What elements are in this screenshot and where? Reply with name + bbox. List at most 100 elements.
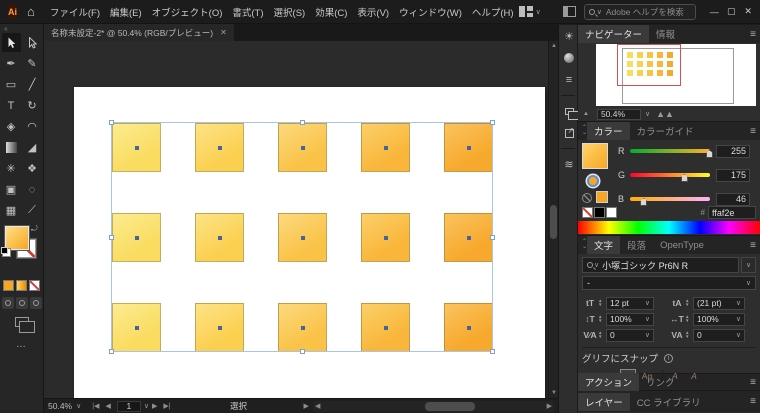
edit-toolbar-button[interactable]: … xyxy=(0,339,43,350)
appearance-panel-icon[interactable]: ☀ xyxy=(559,25,579,47)
scroll-right-icon[interactable]: ▶ xyxy=(547,402,552,410)
pencil-tool[interactable]: ╱ xyxy=(23,75,42,94)
hex-value-field[interactable]: ffaf2e xyxy=(708,206,756,219)
green-value-field[interactable]: 175 xyxy=(716,168,750,182)
tab-info[interactable]: 情報 xyxy=(649,25,682,43)
eraser-tool[interactable]: ◈ xyxy=(2,117,21,136)
menu-effect[interactable]: 効果(C) xyxy=(310,5,352,19)
selection-handle[interactable] xyxy=(300,349,305,354)
navigator-view-rectangle[interactable] xyxy=(617,44,681,86)
workspace-switcher-icon[interactable] xyxy=(518,6,533,17)
first-artboard-icon[interactable]: |◀ xyxy=(89,402,102,410)
previous-artboard-icon[interactable]: ◀ xyxy=(102,402,113,410)
info-icon[interactable]: i xyxy=(664,353,674,363)
color-button[interactable] xyxy=(3,280,14,291)
selection-handle[interactable] xyxy=(490,235,495,240)
font-family-field[interactable]: ∨ 小塚ゴシック Pr6N R xyxy=(582,257,739,273)
panel-menu-icon[interactable]: ≡ xyxy=(750,377,756,388)
draw-inside-button[interactable] xyxy=(29,297,42,309)
minimize-button[interactable]: — xyxy=(706,7,723,17)
none-mini-icon[interactable] xyxy=(582,193,592,203)
horizontal-scale-field[interactable]: 100% ∨ xyxy=(693,312,745,326)
kerning-stepper[interactable]: ▲ ▼ xyxy=(598,330,605,339)
white-swatch[interactable] xyxy=(606,207,617,218)
next-artboard-icon[interactable]: ▶ xyxy=(149,402,160,410)
chevron-down-icon[interactable]: ∨ xyxy=(645,110,650,118)
menu-window[interactable]: ウィンドウ(W) xyxy=(394,5,467,19)
horizontal-scale-stepper[interactable]: ▲ ▼ xyxy=(685,314,692,323)
menu-view[interactable]: 表示(V) xyxy=(352,5,394,19)
menu-file[interactable]: ファイル(F) xyxy=(45,5,105,19)
blue-slider-handle[interactable] xyxy=(640,198,648,206)
tab-layers[interactable]: レイヤー xyxy=(578,392,630,411)
menu-type[interactable]: 書式(T) xyxy=(227,5,268,19)
tab-opentype[interactable]: OpenType xyxy=(653,238,711,253)
artboard-tool[interactable]: ▣ xyxy=(2,180,21,199)
navigator-zoom-field[interactable]: 50.4% xyxy=(596,108,641,120)
fill-swatch[interactable] xyxy=(5,226,29,250)
font-family-dropdown[interactable]: ∨ xyxy=(741,257,756,273)
default-colors-icon[interactable] xyxy=(1,247,11,257)
tracking-stepper[interactable]: ▲ ▼ xyxy=(685,330,692,339)
close-button[interactable]: ✕ xyxy=(740,6,757,17)
screen-mode-button[interactable] xyxy=(14,317,35,333)
green-slider[interactable] xyxy=(630,173,710,182)
menu-object[interactable]: オブジェクト(O) xyxy=(147,5,228,19)
fill-color-proxy[interactable] xyxy=(582,143,608,169)
panel-menu-icon[interactable]: ≡ xyxy=(750,240,756,251)
navigator-preview[interactable] xyxy=(596,44,756,106)
green-slider-handle[interactable] xyxy=(680,174,688,182)
draw-behind-button[interactable] xyxy=(15,297,28,309)
gradient-panel-icon[interactable] xyxy=(559,47,579,69)
lasso-tool[interactable]: ◠ xyxy=(23,117,42,136)
panel-menu-icon[interactable]: ≡ xyxy=(750,396,756,407)
selection-handle[interactable] xyxy=(300,120,305,125)
horizontal-scrollbar-thumb[interactable] xyxy=(424,401,475,411)
properties-panel-icon[interactable]: ≋ xyxy=(559,153,579,175)
rectangle-tool[interactable]: ▭ xyxy=(2,75,21,94)
help-search-input[interactable]: ∨ Adobe ヘルプを検索 xyxy=(583,3,696,20)
none-swatch[interactable] xyxy=(582,207,593,218)
status-menu-icon[interactable]: ▶ xyxy=(304,402,309,410)
selection-handle[interactable] xyxy=(490,120,495,125)
last-color-mini-swatch[interactable] xyxy=(596,191,608,203)
swap-fill-stroke-icon[interactable]: ⤾ xyxy=(31,224,38,234)
export-panel-icon[interactable] xyxy=(559,122,579,144)
panel-menu-icon[interactable]: ≡ xyxy=(750,126,756,137)
artboard-number-field[interactable]: 1 xyxy=(116,400,141,412)
rotate-tool[interactable]: ↻ xyxy=(23,96,42,115)
vertical-scale-stepper[interactable]: ▲ ▼ xyxy=(598,314,605,323)
perspective-grid-tool[interactable]: ▦ xyxy=(2,201,21,220)
stroke-panel-icon[interactable]: ≡ xyxy=(559,69,579,91)
kerning-field[interactable]: 0 ∨ xyxy=(606,328,654,342)
zoom-out-icon[interactable]: ▲ xyxy=(583,111,589,117)
leading-stepper[interactable]: ▲ ▼ xyxy=(685,298,692,307)
tab-color[interactable]: カラー xyxy=(587,122,630,140)
selection-handle[interactable] xyxy=(109,349,114,354)
vertical-scrollbar-thumb[interactable] xyxy=(550,205,557,239)
measure-tool[interactable]: ⟋ xyxy=(23,201,42,220)
app-logo-icon[interactable]: Ai xyxy=(8,4,17,19)
menu-help[interactable]: ヘルプ(H) xyxy=(467,5,519,19)
selection-handle[interactable] xyxy=(109,235,114,240)
canvas[interactable] xyxy=(44,41,548,398)
type-tool[interactable]: T xyxy=(2,96,21,115)
red-value-field[interactable]: 255 xyxy=(716,144,750,158)
zoom-level-field[interactable]: 50.4% ∨ xyxy=(48,401,81,411)
tab-character[interactable]: 文字 xyxy=(587,236,621,254)
font-style-field[interactable]: - ∨ xyxy=(582,276,756,290)
blue-value-field[interactable]: 46 xyxy=(716,192,750,206)
color-spectrum-bar[interactable] xyxy=(578,221,760,234)
none-button[interactable] xyxy=(29,280,40,291)
home-icon[interactable]: ⌂ xyxy=(27,5,35,18)
tracking-field[interactable]: 0 ∨ xyxy=(693,328,745,342)
last-artboard-icon[interactable]: ▶| xyxy=(160,402,173,410)
zoom-tool[interactable]: ◌ xyxy=(23,180,42,199)
selection-handle[interactable] xyxy=(109,120,114,125)
blue-slider[interactable] xyxy=(630,197,710,206)
maximize-button[interactable]: ▢ xyxy=(723,6,740,17)
tab-links[interactable]: リンク xyxy=(639,373,682,391)
font-size-field[interactable]: 12 pt ∨ xyxy=(606,296,654,310)
blend-tool[interactable]: ❖ xyxy=(23,159,42,178)
arrange-documents-icon[interactable] xyxy=(562,6,576,17)
